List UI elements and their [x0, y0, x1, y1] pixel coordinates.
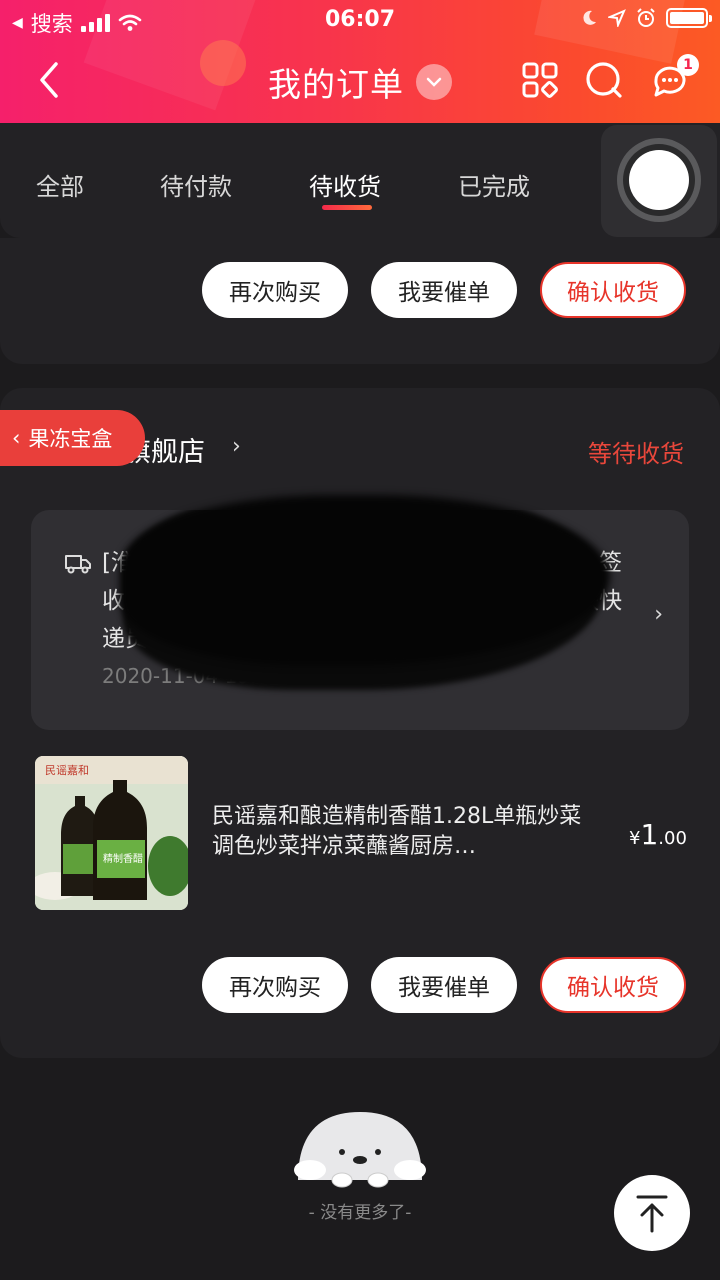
tab-all[interactable]: 全部 — [36, 167, 84, 202]
vinegar-bottle-image: 民谣嘉和 精制香醋 — [35, 756, 188, 910]
back-to-top-button[interactable] — [614, 1175, 690, 1251]
urge-shipping-button[interactable]: 我要催单 — [371, 262, 517, 318]
no-more-text: - 没有更多了- — [308, 1203, 412, 1223]
tab-completed[interactable]: 已完成 — [458, 167, 530, 202]
confirm-receipt-button[interactable]: 确认收货 — [540, 262, 686, 318]
jelly-box-label: 果冻宝盒 — [28, 427, 113, 451]
tab-pending-receipt[interactable]: 待收货 — [309, 167, 381, 202]
alarm-icon — [637, 8, 655, 27]
status-right — [580, 8, 712, 28]
search-icon[interactable] — [584, 60, 624, 100]
header: ◀ 搜索 06:07 我的订单 — [0, 0, 720, 123]
truck-icon — [65, 555, 91, 574]
location-icon — [608, 9, 626, 27]
moon-icon — [583, 10, 596, 25]
order-status: 等待收货 — [588, 440, 684, 468]
rebuy-button[interactable]: 再次购买 — [202, 262, 348, 318]
battery-icon — [666, 8, 712, 28]
urge-shipping-button[interactable]: 我要催单 — [371, 957, 517, 1013]
message-badge: 1 — [677, 54, 699, 76]
product-image[interactable]: 民谣嘉和 精制香醋 — [35, 756, 188, 910]
jelly-box-tag[interactable]: ‹ 果冻宝盒 — [0, 410, 145, 466]
title-dropdown-icon[interactable] — [416, 64, 452, 100]
confirm-receipt-button[interactable]: 确认收货 — [540, 957, 686, 1013]
active-tab-indicator — [322, 205, 372, 210]
product-title[interactable]: 民谣嘉和酿造精制香醋1.28L单瓶炒菜调色炒菜拌凉菜蘸酱厨房… — [212, 802, 597, 862]
category-grid-icon[interactable] — [520, 60, 560, 100]
chevron-right-icon: › — [654, 602, 663, 627]
orders-screen: ◀ 搜索 06:07 我的订单 1 全部 待付款 待收货 已完成 再次购买 我要… — [0, 0, 720, 1280]
tab-pending-payment[interactable]: 待付款 — [160, 167, 232, 202]
page-title[interactable]: 我的订单 — [268, 58, 404, 106]
nav-bar: 我的订单 — [0, 48, 720, 118]
svg-text:精制香醋: 精制香醋 — [103, 852, 143, 865]
status-bar: ◀ 搜索 06:07 — [0, 0, 720, 40]
chevron-left-icon: ‹ — [12, 426, 21, 450]
chevron-right-icon: › — [232, 434, 241, 459]
svg-text:民谣嘉和: 民谣嘉和 — [45, 763, 89, 777]
assistive-touch-ring — [623, 144, 695, 216]
mascot-icon — [294, 1112, 426, 1188]
product-price: ¥1.00 — [629, 818, 687, 851]
rebuy-button[interactable]: 再次购买 — [202, 957, 348, 1013]
assistive-touch-inner — [629, 150, 689, 210]
back-arrow-icon[interactable] — [30, 60, 70, 100]
arrow-up-icon — [636, 1195, 668, 1233]
assistive-touch-button[interactable] — [601, 125, 717, 237]
assistive-touch-outer — [617, 138, 701, 222]
